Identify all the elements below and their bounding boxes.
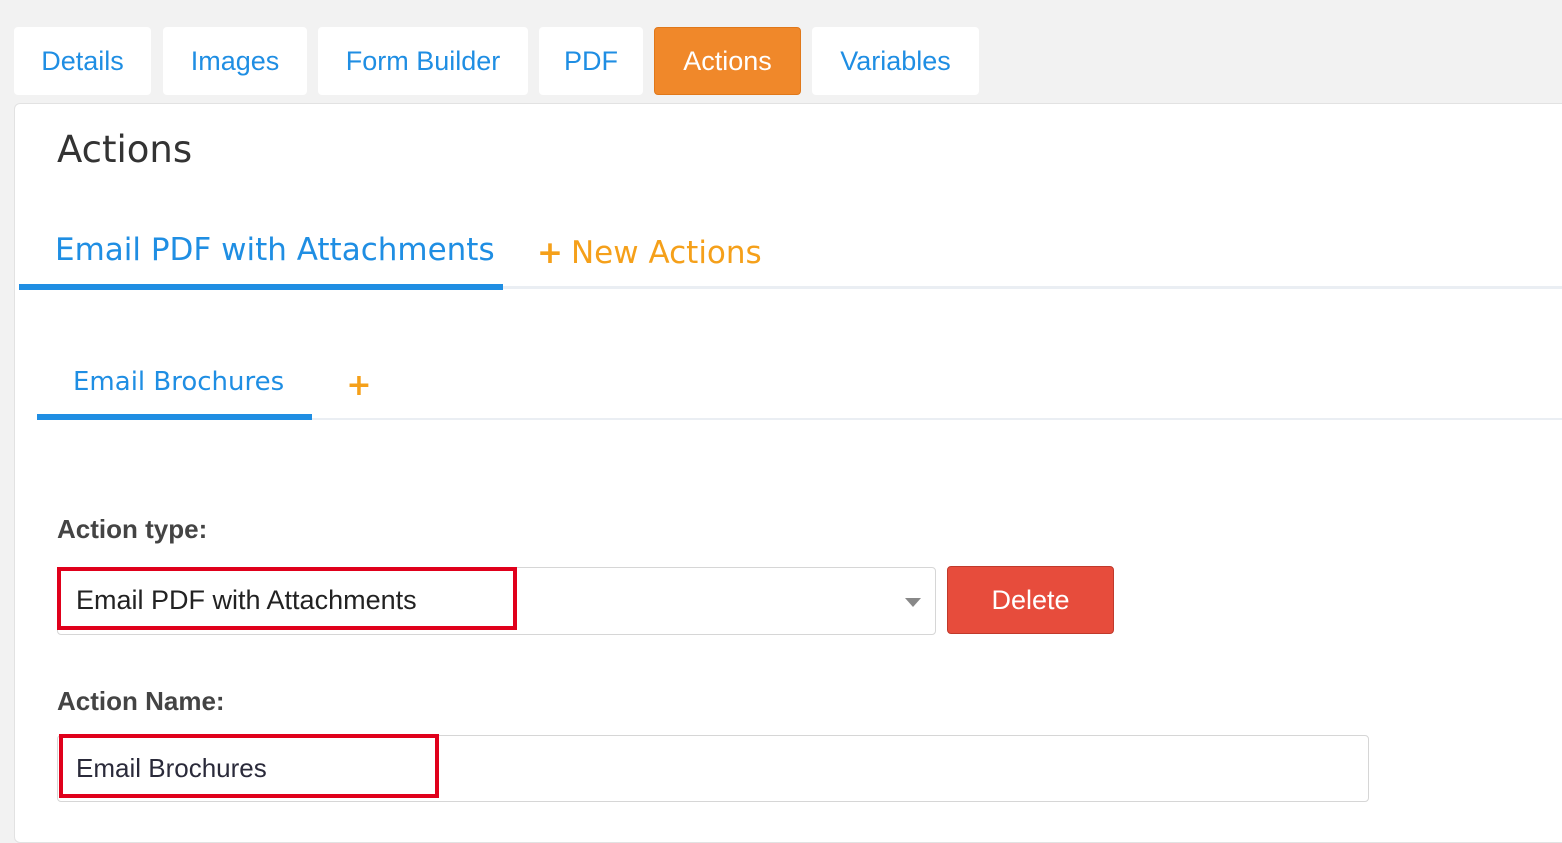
action-type-value: Email PDF with Attachments [76,585,417,615]
action-name-label: Action Name: [57,686,225,716]
action-name-value: Email Brochures [76,753,267,783]
action-tab-email-pdf[interactable]: Email PDF with Attachments [19,216,503,290]
sub-tab-email-brochures[interactable]: Email Brochures [37,350,312,420]
plus-icon: + [537,235,563,271]
tab-pdf[interactable]: PDF [539,27,643,95]
action-tab-label: Email PDF with Attachments [55,232,495,268]
add-sub-tab-button[interactable]: + [345,350,373,420]
tab-variables[interactable]: Variables [812,27,979,95]
new-actions-tab[interactable]: + New Actions [537,216,762,290]
page-title: Actions [57,128,193,171]
action-name-input[interactable]: Email Brochures [57,735,1369,802]
actions-panel: Actions Email PDF with Attachments + New… [14,103,1562,843]
tab-details[interactable]: Details [14,27,151,95]
tab-images[interactable]: Images [163,27,307,95]
sub-tab-label: Email Brochures [73,367,285,397]
delete-button[interactable]: Delete [947,566,1114,634]
tab-form-builder[interactable]: Form Builder [318,27,528,95]
action-type-select[interactable]: Email PDF with Attachments [57,567,936,635]
tab-actions[interactable]: Actions [654,27,801,95]
new-actions-label: New Actions [570,235,762,271]
chevron-down-icon [905,598,921,607]
action-type-label: Action type: [57,514,208,544]
plus-icon: + [346,367,372,403]
